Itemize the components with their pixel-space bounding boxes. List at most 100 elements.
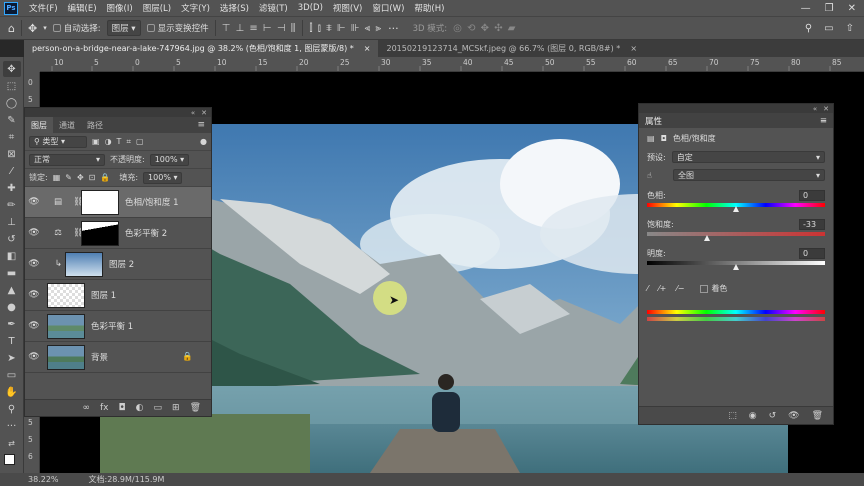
menu-help[interactable]: 帮助(H) [409,2,449,14]
blend-mode-dropdown[interactable]: 正常 ▾ [29,153,105,166]
delete-adjustment-icon[interactable]: 🗑 [812,411,823,421]
menu-type[interactable]: 文字(Y) [176,2,215,14]
tab-close-icon[interactable]: × [630,44,637,53]
distribute-icons[interactable]: ⫿ ⫾ ⩨ ⊩ ⊪ ⫷ ⫸ [309,23,382,34]
menu-view[interactable]: 视图(V) [328,2,367,14]
filter-adjust-icon[interactable]: ◑ [105,137,112,146]
eyedropper-add-icon[interactable]: ⁄+ [658,284,666,293]
layer-thumbnail[interactable] [47,344,85,370]
lightness-slider-knob[interactable] [733,264,739,270]
3d-tools-icons[interactable]: ◎ ⟲ ✥ ✣ ▰ [453,23,516,34]
layer-thumbnail[interactable] [47,282,85,308]
saturation-slider[interactable] [647,232,825,241]
toggle-visibility-icon[interactable]: 👁 [788,411,799,421]
panel-close-icon[interactable]: ✕ [823,105,829,113]
frame-tool-icon[interactable]: ⊠ [3,146,21,162]
move-tool-icon[interactable]: ✥ [2,61,21,77]
add-mask-icon[interactable]: ◘ [119,403,126,413]
show-transform-checkbox[interactable]: 显示变换控件 [146,22,209,34]
lock-all-icon[interactable]: 🔒 [100,173,110,182]
delete-layer-icon[interactable]: 🗑 [190,403,201,413]
lightness-input[interactable]: 0 [799,248,825,259]
pen-tool-icon[interactable]: ✒ [3,316,21,332]
lock-transparent-icon[interactable]: ▦ [53,173,61,182]
minimize-icon[interactable]: — [801,3,811,14]
clip-to-layer-icon[interactable]: ⬚ [728,411,737,421]
path-select-icon[interactable]: ➤ [3,350,21,366]
new-layer-icon[interactable]: ⊞ [172,403,180,413]
auto-select-checkbox[interactable]: 自动选择: [52,22,101,34]
visibility-eye-icon[interactable]: 👁 [25,290,43,300]
visibility-eye-icon[interactable]: 👁 [25,321,43,331]
history-brush-icon[interactable]: ↺ [3,231,21,247]
filter-type-icon[interactable]: T [117,137,122,146]
collapse-icon[interactable]: « [813,105,817,113]
new-group-icon[interactable]: ▭ [154,403,163,413]
new-adjustment-icon[interactable]: ◐ [136,403,144,413]
hand-tool-icon[interactable]: ✋ [3,384,21,400]
panel-menu-icon[interactable]: ≡ [820,116,827,126]
quick-select-tool-icon[interactable]: ✎ [3,112,21,128]
dodge-tool-icon[interactable]: ● [3,299,21,315]
saturation-input[interactable]: -33 [799,219,825,230]
workspace-icon[interactable]: ▭ [824,23,833,34]
layer-mask-thumbnail[interactable] [81,220,119,246]
lightness-slider[interactable] [647,261,825,270]
fill-input[interactable]: 100% ▾ [143,171,183,184]
tab-layers[interactable]: 图层 [25,117,53,133]
layer-row[interactable]: 👁 图层 1 [25,280,211,311]
stamp-tool-icon[interactable]: ⊥ [3,214,21,230]
panel-menu-icon[interactable]: ≡ [197,120,211,133]
reset-icon[interactable]: ↺ [769,411,777,421]
hue-slider[interactable] [647,203,825,212]
panel-close-icon[interactable]: ✕ [201,109,207,117]
eraser-tool-icon[interactable]: ◧ [3,248,21,264]
restore-icon[interactable]: ❐ [825,3,834,14]
lock-position-icon[interactable]: ✥ [77,173,84,182]
eyedropper-subtract-icon[interactable]: ⁄− [676,284,684,293]
more-button[interactable]: ··· [388,22,399,35]
layer-row[interactable]: 👁 背景 🔒 [25,342,211,373]
menu-edit[interactable]: 编辑(E) [63,2,102,14]
align-icons[interactable]: ⊤ ⊥ ≡ ⊢ ⊣ ⫼ [222,23,297,34]
lasso-tool-icon[interactable]: ◯ [3,95,21,111]
tab-channels[interactable]: 通道 [53,117,81,133]
blur-tool-icon[interactable]: ▲ [3,282,21,298]
home-icon[interactable]: ⌂ [8,22,15,35]
checkbox-icon[interactable] [700,284,709,293]
foreground-color[interactable] [3,454,15,465]
menu-layer[interactable]: 图层(L) [138,2,176,14]
menu-image[interactable]: 图像(I) [102,2,138,14]
tab-document-2[interactable]: 20150219123714_MCSkf.jpeg @ 66.7% (图层 0,… [378,40,645,57]
layer-filter-dropdown[interactable]: ⚲ 类型 ▾ [29,135,87,148]
swap-colors-icon[interactable]: ⇄ [3,435,21,451]
lock-artboard-icon[interactable]: ⊡ [89,173,96,182]
menu-window[interactable]: 窗口(W) [367,2,409,14]
layer-mask-thumbnail[interactable] [81,189,119,215]
auto-select-dropdown[interactable]: 图层 ▾ [106,20,141,36]
menu-3d[interactable]: 3D(D) [293,3,328,13]
zoom-level[interactable]: 38.22% [28,475,59,484]
channel-dropdown[interactable]: 全图 ▾ [673,169,825,181]
crop-tool-icon[interactable]: ⌗ [3,129,21,145]
fx-icon[interactable]: fx [100,403,109,413]
gradient-tool-icon[interactable]: ▬ [3,265,21,281]
hue-input[interactable]: 0 [799,190,825,201]
colorize-checkbox[interactable]: 着色 [700,283,727,294]
filter-shape-icon[interactable]: ⌗ [126,137,131,147]
tab-document-1[interactable]: person-on-a-bridge-near-a-lake-747964.jp… [24,40,379,57]
saturation-slider-knob[interactable] [703,235,710,241]
tab-paths[interactable]: 路径 [81,117,109,133]
mask-icon[interactable]: ◘ [661,134,667,143]
checkbox-icon[interactable] [146,24,155,32]
healing-tool-icon[interactable]: ✚ [3,180,21,196]
eyedropper-icon[interactable]: ⁄ [647,284,648,293]
marquee-tool-icon[interactable]: ⬚ [3,78,21,94]
brush-tool-icon[interactable]: ✏ [3,197,21,213]
menu-filter[interactable]: 滤镜(T) [254,2,293,14]
menu-file[interactable]: 文件(F) [24,2,63,14]
chevron-down-icon[interactable]: ▾ [43,24,47,32]
move-tool-icon[interactable]: ✥ [28,22,37,35]
checkbox-icon[interactable] [52,24,61,32]
filter-toggle-icon[interactable]: ● [200,137,207,146]
